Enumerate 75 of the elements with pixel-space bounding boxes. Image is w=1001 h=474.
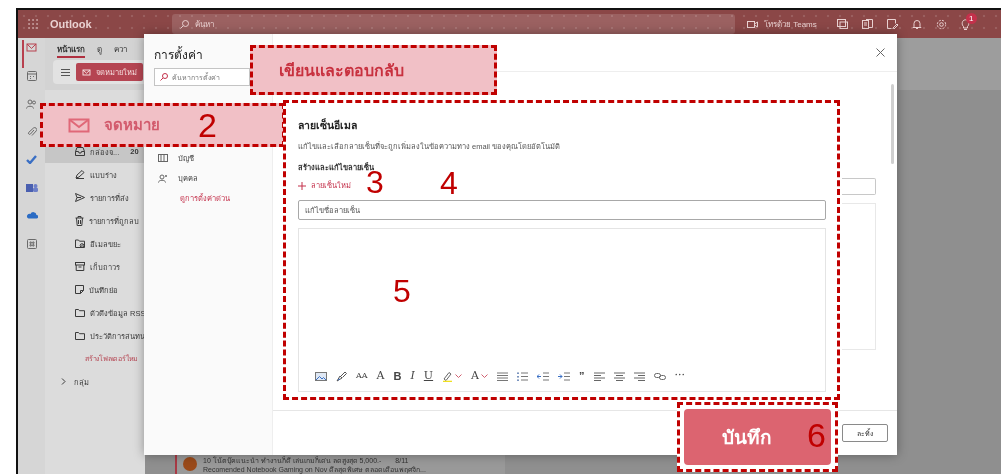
apps-icon (26, 239, 37, 249)
highlighter-icon (442, 370, 454, 382)
paintbrush-icon[interactable] (336, 370, 347, 382)
step-number: 4 (440, 167, 458, 199)
settings-icon[interactable] (935, 18, 947, 30)
step-number: 5 (393, 275, 411, 307)
image-icon[interactable] (315, 371, 327, 381)
font-color-button[interactable]: A (471, 369, 489, 383)
calendar-icon (26, 71, 37, 81)
indent-icon[interactable] (558, 371, 571, 381)
lightbulb-icon[interactable] (960, 18, 970, 30)
outdent-icon[interactable] (537, 371, 550, 381)
app-name: Outlook (50, 18, 92, 30)
envelope-icon (82, 68, 91, 76)
search-field[interactable]: ค้นหา (172, 14, 735, 34)
cloud-icon (25, 211, 38, 219)
grow-font-button[interactable]: A (376, 369, 385, 383)
ribbon-tab[interactable]: ดู (97, 43, 102, 58)
document-icon[interactable] (861, 19, 873, 29)
quote-button[interactable]: ” (579, 369, 585, 383)
bold-button[interactable]: B (393, 369, 402, 383)
search-icon (180, 19, 189, 29)
mail-icon (26, 43, 37, 52)
folder-icon (75, 308, 85, 317)
notification-badge: 1 (965, 12, 977, 24)
scrollbar[interactable] (891, 84, 894, 164)
avatar (183, 457, 197, 471)
align-center-icon[interactable] (613, 371, 625, 381)
search-icon (160, 73, 168, 81)
chevron-down-icon (455, 373, 463, 379)
font-size-button[interactable]: AA (356, 369, 368, 383)
underline-button[interactable]: U (423, 369, 434, 383)
ribbon-tab[interactable]: ควา (114, 43, 127, 58)
signature-name-field[interactable] (842, 178, 876, 195)
teams-icon (25, 183, 38, 193)
align-left-icon[interactable] (593, 371, 605, 381)
highlight-button[interactable] (442, 369, 463, 383)
more-button[interactable]: ··· (674, 369, 686, 383)
link-icon[interactable] (653, 371, 666, 381)
chevron-down-icon (481, 373, 489, 379)
envelope-icon (68, 117, 90, 133)
person-icon (158, 173, 168, 183)
folder-icon (75, 331, 85, 340)
menu-icon[interactable] (61, 68, 70, 76)
search-placeholder: ค้นหา (195, 18, 214, 31)
step-number: 6 (807, 418, 826, 452)
bullet-list-icon[interactable] (497, 371, 509, 381)
pencil-icon (75, 170, 85, 179)
section-title: ลายเซ็นอีเมล (298, 118, 358, 132)
chevron-right-icon (61, 378, 66, 385)
italic-button[interactable]: I (410, 369, 415, 383)
ribbon-tab[interactable]: หน้าแรก (57, 43, 85, 58)
callout-label: เขียนและตอบกลับ (279, 60, 404, 81)
note-icon (75, 285, 84, 294)
video-camera-icon (747, 20, 758, 28)
archive-icon (75, 262, 85, 271)
note-edit-icon[interactable] (886, 19, 898, 29)
send-icon (75, 193, 85, 202)
people-icon (26, 99, 37, 109)
align-right-icon[interactable] (633, 371, 645, 381)
card-icon (158, 154, 168, 162)
plus-icon (298, 182, 306, 190)
teams-call-button[interactable]: โทรด้วย Teams (747, 17, 817, 31)
close-icon[interactable] (876, 48, 885, 57)
paperclip-icon (26, 127, 37, 137)
junk-folder-icon (75, 239, 85, 248)
numbered-list-icon[interactable] (517, 371, 529, 381)
step-number: 2 (198, 108, 217, 142)
window-icon[interactable] (836, 19, 848, 29)
inbox-icon (75, 147, 85, 156)
trash-icon (75, 215, 84, 226)
callout-label: จดหมาย (104, 115, 160, 135)
bell-icon[interactable] (911, 19, 922, 29)
dialog-title: การตั้งค่า (154, 48, 204, 62)
checkmark-icon (26, 155, 37, 164)
